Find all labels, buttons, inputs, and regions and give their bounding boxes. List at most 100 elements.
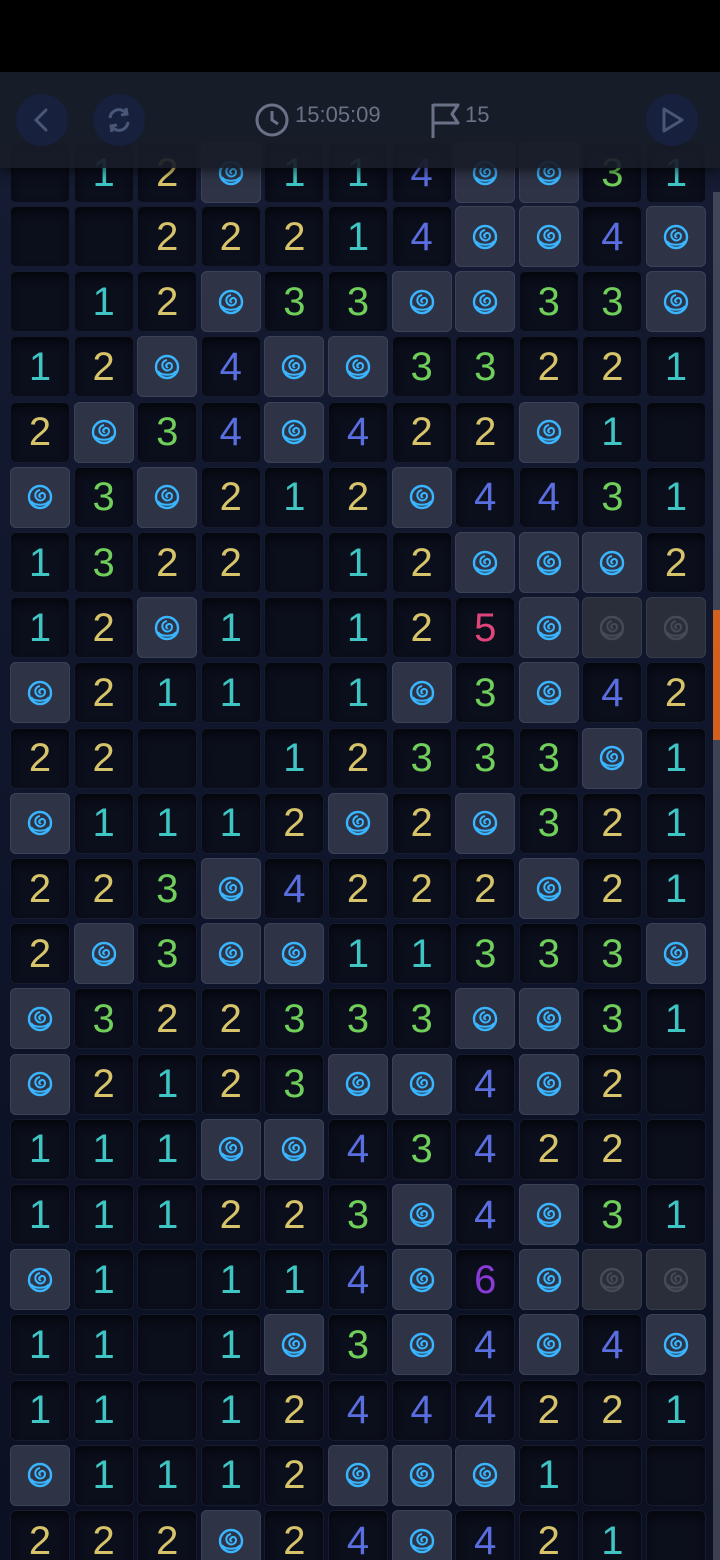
- back-button[interactable]: [16, 94, 68, 146]
- number-cell[interactable]: 1: [646, 1184, 706, 1245]
- number-cell[interactable]: 2: [518, 1118, 579, 1180]
- mine-cell[interactable]: [518, 662, 579, 724]
- number-cell[interactable]: 1: [646, 727, 706, 789]
- mine-cell[interactable]: [137, 336, 198, 398]
- number-cell[interactable]: 4: [200, 401, 261, 463]
- number-cell[interactable]: 3: [582, 466, 643, 528]
- number-cell[interactable]: 1: [73, 1379, 134, 1441]
- number-cell[interactable]: 2: [391, 792, 452, 854]
- mine-cell[interactable]: [455, 988, 516, 1050]
- number-cell[interactable]: 2: [137, 1510, 198, 1560]
- mine-cell[interactable]: [328, 792, 388, 854]
- mine-cell[interactable]: [10, 1444, 70, 1506]
- mine-cell[interactable]: [137, 597, 198, 659]
- number-cell[interactable]: 3: [518, 792, 579, 854]
- number-cell[interactable]: 2: [582, 792, 643, 854]
- number-cell[interactable]: 1: [73, 271, 134, 333]
- number-cell[interactable]: 1: [646, 858, 706, 919]
- number-cell[interactable]: 1: [10, 1314, 70, 1376]
- number-cell[interactable]: 4: [582, 662, 643, 724]
- empty-cell[interactable]: [582, 1444, 643, 1506]
- number-cell[interactable]: 3: [582, 988, 643, 1050]
- empty-cell[interactable]: [10, 206, 70, 267]
- mine-cell[interactable]: [264, 336, 325, 398]
- number-cell[interactable]: 2: [200, 466, 261, 528]
- number-cell[interactable]: 3: [391, 727, 452, 789]
- number-cell[interactable]: 2: [391, 532, 452, 593]
- number-cell[interactable]: 4: [328, 1249, 388, 1311]
- mine-cell[interactable]: [518, 1249, 579, 1311]
- number-cell[interactable]: 2: [10, 923, 70, 985]
- number-cell[interactable]: 1: [73, 1314, 134, 1376]
- number-cell[interactable]: 1: [10, 532, 70, 593]
- empty-cell[interactable]: [264, 662, 325, 724]
- number-cell[interactable]: 4: [518, 466, 579, 528]
- mine-cell[interactable]: [200, 923, 261, 985]
- mine-cell[interactable]: [200, 1118, 261, 1180]
- empty-cell[interactable]: [646, 1053, 706, 1115]
- number-cell[interactable]: 1: [328, 597, 388, 659]
- mine-cell[interactable]: [328, 336, 388, 398]
- number-cell[interactable]: 3: [391, 988, 452, 1050]
- number-cell[interactable]: 3: [518, 727, 579, 789]
- number-cell[interactable]: 6: [455, 1249, 516, 1311]
- number-cell[interactable]: 1: [10, 1184, 70, 1245]
- number-cell[interactable]: 1: [200, 597, 261, 659]
- mine-cell[interactable]: [264, 923, 325, 985]
- mine-cell[interactable]: [646, 206, 706, 267]
- empty-cell[interactable]: [200, 727, 261, 789]
- number-cell[interactable]: 2: [328, 727, 388, 789]
- number-cell[interactable]: 1: [646, 988, 706, 1050]
- number-cell[interactable]: 3: [455, 923, 516, 985]
- empty-cell[interactable]: [264, 597, 325, 659]
- number-cell[interactable]: 2: [582, 1379, 643, 1441]
- mine-cell[interactable]: [455, 1444, 516, 1506]
- mine-cell[interactable]: [455, 206, 516, 267]
- number-cell[interactable]: 2: [264, 792, 325, 854]
- number-cell[interactable]: 1: [646, 1379, 706, 1441]
- mine-cell[interactable]: [518, 597, 579, 659]
- mine-cell[interactable]: [455, 271, 516, 333]
- mine-cell[interactable]: [73, 401, 134, 463]
- number-cell[interactable]: 3: [264, 1053, 325, 1115]
- mine-cell[interactable]: [10, 466, 70, 528]
- number-cell[interactable]: 3: [137, 858, 198, 919]
- number-cell[interactable]: 1: [10, 597, 70, 659]
- number-cell[interactable]: 3: [391, 1118, 452, 1180]
- number-cell[interactable]: 3: [518, 271, 579, 333]
- number-cell[interactable]: 3: [582, 923, 643, 985]
- number-cell[interactable]: 4: [264, 858, 325, 919]
- number-cell[interactable]: 2: [10, 858, 70, 919]
- number-cell[interactable]: 2: [264, 206, 325, 267]
- number-cell[interactable]: 1: [137, 662, 198, 724]
- number-cell[interactable]: 3: [137, 923, 198, 985]
- mine-cell[interactable]: [328, 1444, 388, 1506]
- number-cell[interactable]: 1: [264, 1249, 325, 1311]
- number-cell[interactable]: 3: [455, 727, 516, 789]
- number-cell[interactable]: 2: [10, 401, 70, 463]
- scrollbar-track[interactable]: [713, 192, 720, 1560]
- game-board-area[interactable]: 1211431222144123333124332212344221321244…: [0, 72, 720, 1560]
- mine-cell[interactable]: [391, 271, 452, 333]
- number-cell[interactable]: 3: [73, 988, 134, 1050]
- mine-cell[interactable]: [455, 792, 516, 854]
- empty-cell[interactable]: [646, 1444, 706, 1506]
- number-cell[interactable]: 2: [73, 662, 134, 724]
- number-cell[interactable]: 3: [328, 1314, 388, 1376]
- mine-cell[interactable]: [200, 1510, 261, 1560]
- number-cell[interactable]: 2: [200, 988, 261, 1050]
- number-cell[interactable]: 1: [264, 466, 325, 528]
- mine-cell[interactable]: [646, 271, 706, 333]
- number-cell[interactable]: 1: [73, 1249, 134, 1311]
- restart-button[interactable]: [93, 94, 145, 146]
- number-cell[interactable]: 1: [200, 662, 261, 724]
- mine-cell[interactable]: [391, 662, 452, 724]
- number-cell[interactable]: 4: [328, 1118, 388, 1180]
- number-cell[interactable]: 1: [10, 1379, 70, 1441]
- mine-cell[interactable]: [10, 662, 70, 724]
- number-cell[interactable]: 4: [455, 1053, 516, 1115]
- mine-cell[interactable]: [264, 1314, 325, 1376]
- empty-cell[interactable]: [137, 1314, 198, 1376]
- mine-cell[interactable]: [518, 858, 579, 919]
- number-cell[interactable]: 2: [73, 727, 134, 789]
